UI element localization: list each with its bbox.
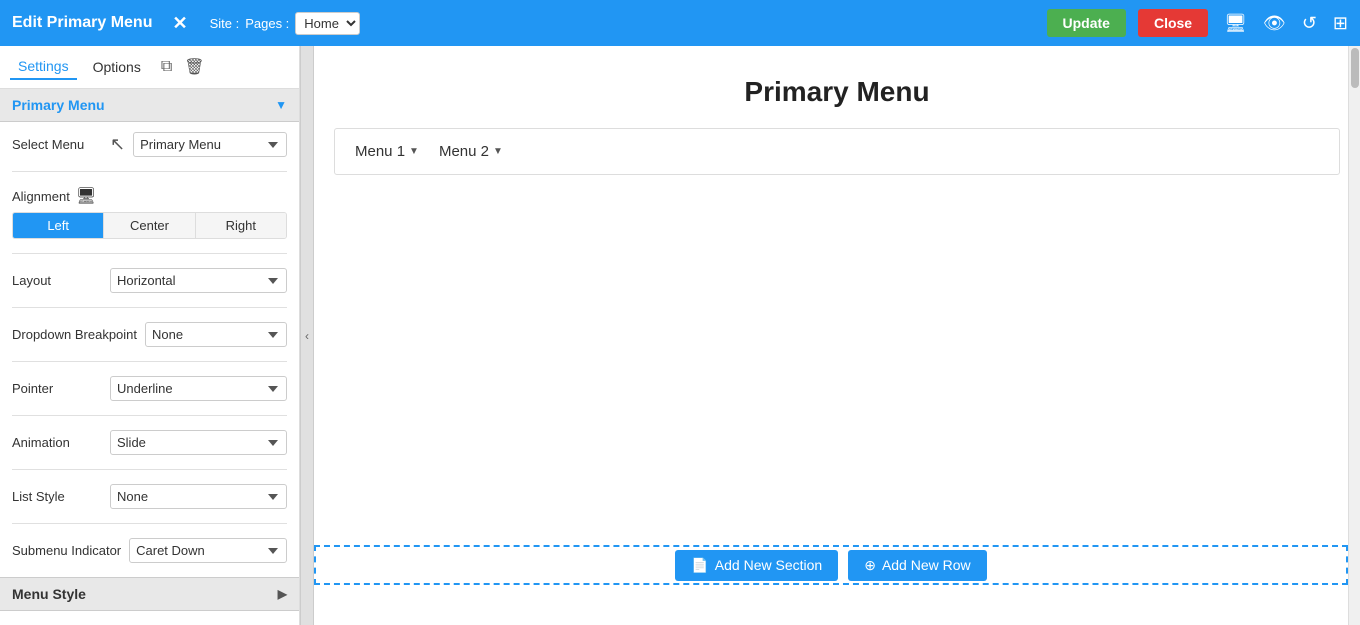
divider-6 (12, 469, 287, 470)
canvas-content: Primary Menu Menu 1 ▼ Menu 2 ▼ (314, 46, 1360, 625)
submenu-indicator-dropdown[interactable]: Caret Down Arrow Plus (129, 538, 287, 563)
animation-label: Animation (12, 435, 102, 450)
eye-icon[interactable]: 👁 (1263, 13, 1286, 34)
canvas-menu-title: Primary Menu (334, 76, 1340, 108)
menu-style-section[interactable]: Menu Style ▶ (0, 577, 299, 611)
sidebar: Settings Options ⧉ 🗑 Primary Menu ▼ Sele… (0, 46, 300, 625)
add-section-bar: 📄 Add New Section ⊕ Add New Row (314, 545, 1348, 585)
alignment-label: Alignment (12, 189, 70, 204)
alignment-buttons: Left Center Right (12, 212, 287, 239)
tab-settings[interactable]: Settings (10, 54, 77, 80)
add-new-section-button[interactable]: 📄 Add New Section (675, 550, 838, 581)
pages-label: Pages : (245, 16, 289, 31)
divider-1 (12, 171, 287, 172)
divider-7 (12, 523, 287, 524)
trash-icon[interactable]: 🗑 (184, 57, 204, 77)
canvas-scroll-thumb[interactable] (1351, 48, 1359, 88)
tab-options[interactable]: Options (85, 55, 149, 79)
cursor-icon: ↖ (110, 134, 125, 155)
menu-bar: Menu 1 ▼ Menu 2 ▼ (334, 128, 1340, 175)
collapse-handle[interactable]: ‹ (300, 46, 314, 625)
menu-item-1-label: Menu 1 (355, 143, 405, 160)
layout-row: Layout Horizontal Vertical (12, 268, 287, 293)
pointer-row: Pointer Underline None Overline (12, 376, 287, 401)
pointer-dropdown[interactable]: Underline None Overline (110, 376, 287, 401)
sidebar-tabs: Settings Options ⧉ 🗑 (0, 46, 299, 89)
copy-icon[interactable]: ⧉ (161, 58, 172, 76)
header: Edit Primary Menu ✕ Site : Pages : Home … (0, 0, 1360, 46)
submenu-indicator-row: Submenu Indicator Caret Down Arrow Plus (12, 538, 287, 563)
sidebar-content: Select Menu ↖ Primary Menu Alignment 🖥 L… (0, 122, 299, 573)
alignment-label-row: Alignment 🖥 (12, 186, 287, 206)
canvas-area: Primary Menu Menu 1 ▼ Menu 2 ▼ 📄 Add New… (314, 46, 1360, 625)
align-right-button[interactable]: Right (196, 213, 286, 238)
section-header-label: Primary Menu (12, 97, 105, 113)
align-left-button[interactable]: Left (13, 213, 104, 238)
layout-label: Layout (12, 273, 102, 288)
monitor-small-icon: 🖥 (76, 186, 96, 206)
list-style-label: List Style (12, 489, 102, 504)
close-button[interactable]: Close (1138, 9, 1208, 37)
main-layout: Settings Options ⧉ 🗑 Primary Menu ▼ Sele… (0, 46, 1360, 625)
header-title: Edit Primary Menu (12, 14, 152, 32)
add-row-icon: ⊕ (864, 557, 876, 574)
list-style-dropdown[interactable]: None Disc Square (110, 484, 287, 509)
alignment-row: Alignment 🖥 Left Center Right (12, 186, 287, 239)
update-button[interactable]: Update (1047, 9, 1126, 37)
layout-dropdown[interactable]: Horizontal Vertical (110, 268, 287, 293)
align-center-button[interactable]: Center (104, 213, 195, 238)
history-icon[interactable]: ↺ (1302, 13, 1317, 34)
pages-select[interactable]: Home (295, 12, 360, 35)
canvas-scrollbar[interactable] (1348, 46, 1360, 625)
section-chevron-icon: ▼ (275, 98, 287, 112)
site-label: Site : (210, 16, 240, 31)
header-site-info: Site : Pages : Home (210, 12, 361, 35)
menu-item-2[interactable]: Menu 2 ▼ (439, 143, 503, 160)
header-close-button[interactable]: ✕ (172, 13, 187, 34)
add-section-label: Add New Section (715, 557, 822, 573)
menu-item-1[interactable]: Menu 1 ▼ (355, 143, 419, 160)
monitor-icon[interactable]: 🖥 (1224, 13, 1247, 34)
select-menu-dropdown[interactable]: Primary Menu (133, 132, 287, 157)
menu-style-label: Menu Style (12, 586, 86, 602)
divider-4 (12, 361, 287, 362)
submenu-indicator-label: Submenu Indicator (12, 543, 121, 558)
add-row-label: Add New Row (882, 557, 971, 573)
divider-2 (12, 253, 287, 254)
menu-item-2-arrow: ▼ (493, 146, 503, 157)
list-style-row: List Style None Disc Square (12, 484, 287, 509)
menu-item-2-label: Menu 2 (439, 143, 489, 160)
select-menu-row: Select Menu ↖ Primary Menu (12, 132, 287, 157)
collapse-icon: ‹ (305, 329, 309, 343)
pointer-label: Pointer (12, 381, 102, 396)
divider-5 (12, 415, 287, 416)
dropdown-breakpoint-row: Dropdown Breakpoint None Small Medium La… (12, 322, 287, 347)
dropdown-breakpoint-dropdown[interactable]: None Small Medium Large (145, 322, 287, 347)
menu-style-chevron-icon: ▶ (278, 587, 287, 601)
animation-dropdown[interactable]: Slide Fade None (110, 430, 287, 455)
select-menu-label: Select Menu (12, 137, 102, 152)
sitemap-icon[interactable]: ⊞ (1333, 13, 1348, 34)
divider-3 (12, 307, 287, 308)
dropdown-breakpoint-label: Dropdown Breakpoint (12, 327, 137, 342)
menu-item-1-arrow: ▼ (409, 146, 419, 157)
section-header[interactable]: Primary Menu ▼ (0, 89, 299, 122)
animation-row: Animation Slide Fade None (12, 430, 287, 455)
add-section-icon: 📄 (691, 557, 708, 574)
add-new-row-button[interactable]: ⊕ Add New Row (848, 550, 986, 581)
